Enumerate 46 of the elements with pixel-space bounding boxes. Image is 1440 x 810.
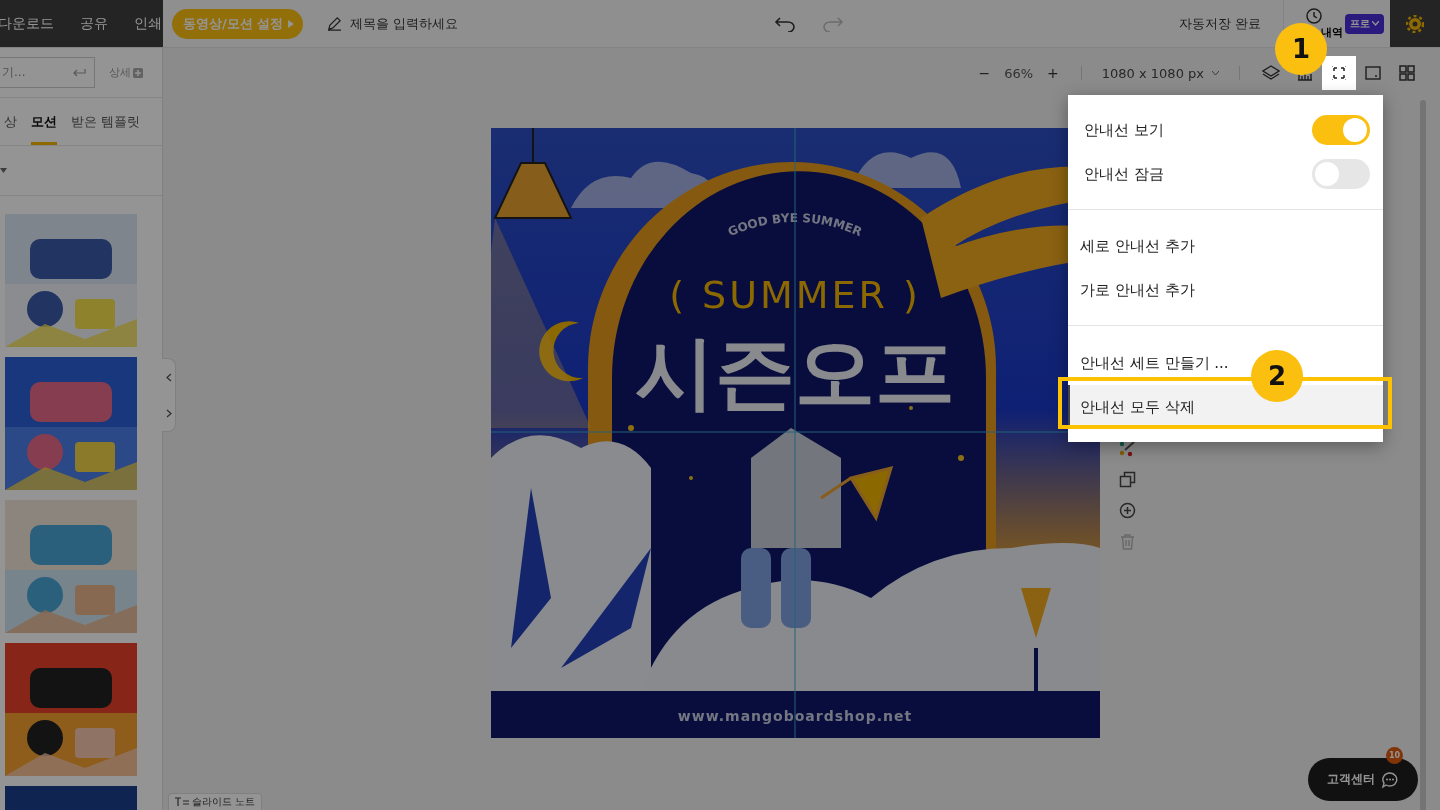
sidebar-tab[interactable]: 모션 [31, 98, 57, 145]
zoom-level: 66% [1003, 65, 1035, 81]
menu-label: 안내선 잠금 [1084, 164, 1164, 184]
settings-icon[interactable] [1406, 14, 1424, 33]
autosave-status: 자동저장 완료 [1178, 14, 1261, 33]
title-field[interactable]: 제목을 입력하세요 [327, 14, 459, 33]
chevron-right-icon [165, 408, 172, 418]
pencil-icon [327, 16, 343, 31]
top-menu-item[interactable]: 다운로드 [0, 14, 66, 33]
plan-badge[interactable]: 프로 [1345, 13, 1384, 34]
history-label: 내역 [1321, 25, 1343, 40]
history-icon[interactable] [1304, 7, 1323, 25]
search-field[interactable]: 기... [0, 57, 95, 88]
menu-item[interactable]: 세로 안내선 추가 [1068, 224, 1383, 268]
notification-badge: 10 [1386, 747, 1403, 764]
palette-icon[interactable] [1119, 440, 1136, 457]
caret-icon[interactable] [0, 168, 7, 173]
menu-label: 안내선 보기 [1084, 120, 1164, 140]
sidebar-tab[interactable]: 받은 템플릿 [71, 98, 141, 145]
enter-icon [72, 67, 86, 78]
zoom-in-button[interactable]: + [1039, 65, 1067, 81]
toggle-switch[interactable] [1312, 159, 1370, 189]
toggle-switch[interactable] [1312, 115, 1370, 145]
chevron-down-icon [1212, 70, 1219, 76]
guide-icon[interactable] [1322, 56, 1356, 90]
poster-title: 시즌오프 [635, 326, 955, 419]
collapse-handle[interactable] [162, 358, 176, 432]
chat-icon [1381, 770, 1399, 789]
play-icon [288, 19, 295, 28]
plus-icon [133, 67, 143, 78]
zoom-out-button[interactable]: − [970, 65, 999, 81]
slide-note-tab[interactable]: 슬라이드 노트 [168, 793, 262, 810]
sidebar-tab[interactable]: 상 [4, 98, 17, 145]
headline: ( SUMMER ) [669, 273, 921, 317]
top-menu-item[interactable]: 공유 [80, 14, 120, 33]
top-menu-item[interactable]: 인쇄 [134, 14, 174, 33]
canvas-size-dropdown[interactable]: 1080 x 1080 px [1095, 64, 1225, 82]
copy-icon[interactable] [1119, 471, 1136, 488]
add-icon[interactable] [1119, 502, 1136, 519]
support-button[interactable]: 고객센터 [1308, 758, 1418, 801]
menu-item[interactable]: 가로 안내선 추가 [1068, 268, 1383, 312]
undo-icon[interactable] [774, 15, 797, 32]
website-url: www.mangoboardshop.net [677, 708, 913, 724]
chevron-left-icon [165, 372, 172, 382]
text-lines-icon [175, 797, 189, 807]
caret-icon [1372, 21, 1379, 26]
